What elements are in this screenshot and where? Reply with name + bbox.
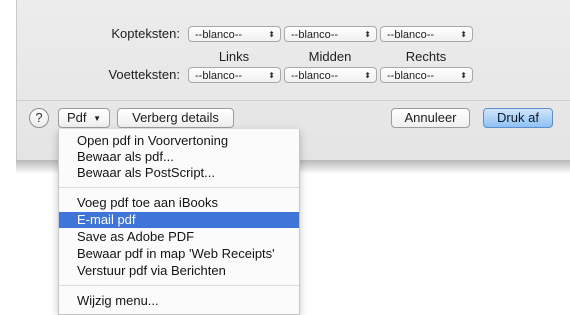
menu-item-open-preview[interactable]: Open pdf in Voorvertoning <box>59 133 299 149</box>
menu-item-email-pdf[interactable]: E-mail pdf <box>59 212 299 228</box>
column-midden: Midden <box>308 49 352 64</box>
menu-separator <box>59 187 299 188</box>
pdf-button-label: Pdf <box>66 110 87 125</box>
footer-middle-popup[interactable]: --blanco-- ⬍ <box>284 67 377 83</box>
footer-right-value: --blanco-- <box>387 70 435 82</box>
footer-left-popup[interactable]: --blanco-- ⬍ <box>188 67 281 83</box>
menu-item-save-as-pdf[interactable]: Bewaar als pdf... <box>59 149 299 165</box>
header-middle-popup[interactable]: --blanco-- ⬍ <box>284 26 377 42</box>
pdf-button[interactable]: Pdf ▼ <box>58 108 110 128</box>
cancel-button[interactable]: Annuleer <box>391 108 470 128</box>
help-button[interactable]: ? <box>29 108 49 128</box>
footer-right-popup[interactable]: --blanco-- ⬍ <box>380 67 473 83</box>
menu-item-edit-menu[interactable]: Wijzig menu... <box>59 293 299 309</box>
menu-item-save-as-postscript[interactable]: Bewaar als PostScript... <box>59 165 299 181</box>
column-rechts: Rechts <box>405 49 447 64</box>
menu-item-send-via-messages[interactable]: Verstuur pdf via Berichten <box>59 263 299 279</box>
column-links: Links <box>218 49 250 64</box>
pdf-menu: Open pdf in Voorvertoning Bewaar als pdf… <box>58 129 300 315</box>
updown-arrow-icon: ⬍ <box>268 30 275 39</box>
menu-item-save-web-receipts[interactable]: Bewaar pdf in map 'Web Receipts' <box>59 246 299 262</box>
header-left-value: --blanco-- <box>195 29 243 41</box>
dropdown-arrow-icon: ▼ <box>93 114 102 123</box>
menu-separator <box>59 285 299 286</box>
divider <box>17 100 570 101</box>
updown-arrow-icon: ⬍ <box>364 30 371 39</box>
updown-arrow-icon: ⬍ <box>460 30 467 39</box>
footer-label: Voetteksten: <box>108 67 180 82</box>
menu-item-add-to-ibooks[interactable]: Voeg pdf toe aan iBooks <box>59 195 299 211</box>
menu-item-save-adobe-pdf[interactable]: Save as Adobe PDF <box>59 229 299 245</box>
header-label: Kopteksten: <box>111 26 180 41</box>
updown-arrow-icon: ⬍ <box>364 71 371 80</box>
print-button[interactable]: Druk af <box>483 108 553 128</box>
footer-left-value: --blanco-- <box>195 70 243 82</box>
updown-arrow-icon: ⬍ <box>460 71 467 80</box>
header-middle-value: --blanco-- <box>291 29 339 41</box>
updown-arrow-icon: ⬍ <box>268 71 275 80</box>
hide-details-button[interactable]: Verberg details <box>117 108 234 128</box>
header-right-value: --blanco-- <box>387 29 435 41</box>
header-left-popup[interactable]: --blanco-- ⬍ <box>188 26 281 42</box>
window-edge <box>0 0 16 160</box>
sheet-border <box>16 0 17 160</box>
header-right-popup[interactable]: --blanco-- ⬍ <box>380 26 473 42</box>
footer-middle-value: --blanco-- <box>291 70 339 82</box>
